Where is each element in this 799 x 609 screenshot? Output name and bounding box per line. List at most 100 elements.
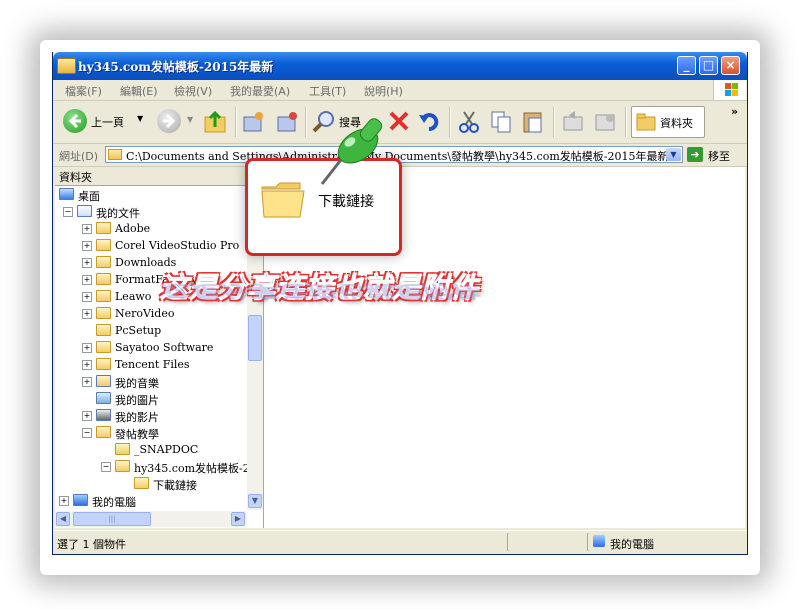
folder-icon [96, 222, 111, 234]
tree-item-label: 我的電腦 [92, 496, 136, 507]
expand-icon[interactable]: + [82, 292, 92, 302]
tree-item-label: Corel VideoStudio Pro [115, 239, 240, 252]
scroll-left-arrow[interactable]: ◀ [56, 512, 70, 526]
computer-icon [593, 535, 605, 547]
back-label: 上一頁 [91, 116, 124, 129]
folder-icon [96, 273, 111, 285]
expand-icon[interactable]: + [82, 241, 92, 251]
folders-pane: 資料夾 × 桌面−我的文件+Adobe+Corel VideoStudio Pr… [55, 167, 264, 528]
go-arrow-icon[interactable]: ➔ [687, 147, 703, 162]
go-button-label[interactable]: 移至 [708, 148, 730, 164]
windows-logo-icon [713, 80, 746, 100]
toolbar-overflow-chevron[interactable]: » [731, 105, 738, 118]
up-folder-icon [204, 110, 226, 133]
pictures-folder-icon [96, 392, 111, 404]
chevron-down-icon[interactable]: ▼ [666, 148, 681, 161]
tree-item-label: Leawo [115, 290, 152, 303]
desktop-icon [59, 188, 74, 200]
tree-item-label: 發帖教學 [115, 428, 159, 441]
folder-icon [57, 58, 76, 74]
status-divider [587, 533, 588, 551]
tree-item-label: 桌面 [78, 190, 100, 203]
menu-edit[interactable]: 編輯(E) [120, 83, 158, 99]
maximize-button[interactable]: □ [699, 56, 718, 75]
scroll-thumb[interactable] [248, 315, 262, 361]
folder-icon [96, 256, 111, 268]
up-folder-button[interactable] [203, 109, 229, 135]
folder-icon [115, 443, 130, 455]
sync-icon [563, 111, 583, 131]
tree-item-label: Adobe [115, 222, 151, 235]
tree-item-label: PcSetup [115, 324, 162, 337]
folder-icon[interactable] [260, 179, 306, 219]
collapse-icon[interactable]: − [101, 462, 111, 472]
tree-item-label: 我的音樂 [115, 377, 159, 390]
menu-file[interactable]: 檔案(F) [65, 83, 102, 99]
back-button[interactable]: 上一頁 ▼ [63, 109, 151, 135]
folder-icon [108, 149, 122, 160]
menu-bar: 檔案(F) 編輯(E) 檢視(V) 我的最愛(A) 工具(T) 說明(H) [53, 80, 747, 101]
toolbar-separator [625, 107, 627, 137]
close-button[interactable]: × [721, 56, 740, 75]
tree-item-label: Tencent Files [115, 358, 190, 371]
sync-button[interactable] [561, 109, 587, 135]
address-label: 網址(D) [59, 150, 99, 163]
paste-button[interactable] [521, 109, 547, 135]
menu-view[interactable]: 檢視(V) [174, 83, 212, 99]
folder-icon [96, 324, 111, 336]
status-location-text: 我的電腦 [610, 538, 654, 551]
cut-button[interactable] [457, 109, 483, 135]
collapse-icon[interactable]: − [63, 207, 73, 217]
menu-help[interactable]: 說明(H) [364, 83, 403, 99]
scroll-down-arrow[interactable]: ▼ [248, 494, 262, 508]
horizontal-scrollbar[interactable]: ◀ ||| ▶ [55, 511, 247, 527]
tree-item-label: 下載鏈接 [153, 479, 197, 492]
undo-icon [419, 113, 439, 131]
folders-label: 資料夾 [660, 117, 693, 130]
documents-icon [77, 205, 92, 217]
folder-icon [96, 239, 111, 251]
download-link-folder-label[interactable]: 下載鏈接 [318, 191, 374, 211]
copy-to-button[interactable] [275, 109, 301, 135]
folder-icon [96, 358, 111, 370]
tree-item-label: 我的影片 [115, 411, 159, 424]
menu-tools[interactable]: 工具(T) [309, 83, 346, 99]
expand-icon[interactable]: + [82, 360, 92, 370]
status-bar: 選了 1 個物件 我的電腦 [53, 530, 747, 553]
hscroll-thumb[interactable]: ||| [73, 512, 151, 526]
expand-icon[interactable]: + [82, 343, 92, 353]
expand-icon[interactable]: + [82, 224, 92, 234]
folder-icon [115, 460, 130, 472]
title-bar[interactable]: hy345.com发帖模板-2015年最新 _ □ × [53, 52, 747, 80]
undo-button[interactable] [417, 109, 443, 135]
scroll-right-arrow[interactable]: ▶ [231, 512, 245, 526]
toolbar-separator [305, 107, 307, 137]
expand-icon[interactable]: + [82, 275, 92, 285]
copy-button[interactable] [489, 109, 515, 135]
folder-icon [96, 341, 111, 353]
folders-button[interactable]: 資料夾 [631, 106, 705, 138]
expand-icon[interactable]: + [59, 496, 69, 506]
pushpin-icon [312, 112, 402, 190]
collapse-icon[interactable]: − [82, 428, 92, 438]
chevron-down-icon: ▼ [137, 114, 144, 123]
expand-icon[interactable]: + [82, 258, 92, 268]
folder-tree: 桌面 − 我的文件 + Adobe + Corel VideoStudio Pro + Down… [55, 187, 247, 507]
properties-button[interactable] [593, 109, 619, 135]
window-title: hy345.com发帖模板-2015年最新 [78, 60, 274, 74]
forward-button[interactable]: ▼ [157, 109, 197, 135]
tree-item-label: 我的圖片 [115, 394, 159, 407]
toolbar-separator [235, 107, 237, 137]
minimize-button[interactable]: _ [677, 56, 696, 75]
move-to-button[interactable] [241, 109, 267, 135]
folder-icon [134, 477, 149, 489]
back-arrow-icon [63, 109, 87, 133]
properties-icon [595, 114, 615, 131]
chevron-down-icon: ▼ [187, 115, 194, 124]
toolbar-separator [553, 107, 555, 137]
menu-favorites[interactable]: 我的最愛(A) [230, 83, 290, 99]
expand-icon[interactable]: + [82, 377, 92, 387]
expand-icon[interactable]: + [82, 411, 92, 421]
tree-item-label: Sayatoo Software [115, 341, 214, 354]
expand-icon[interactable]: + [82, 309, 92, 319]
